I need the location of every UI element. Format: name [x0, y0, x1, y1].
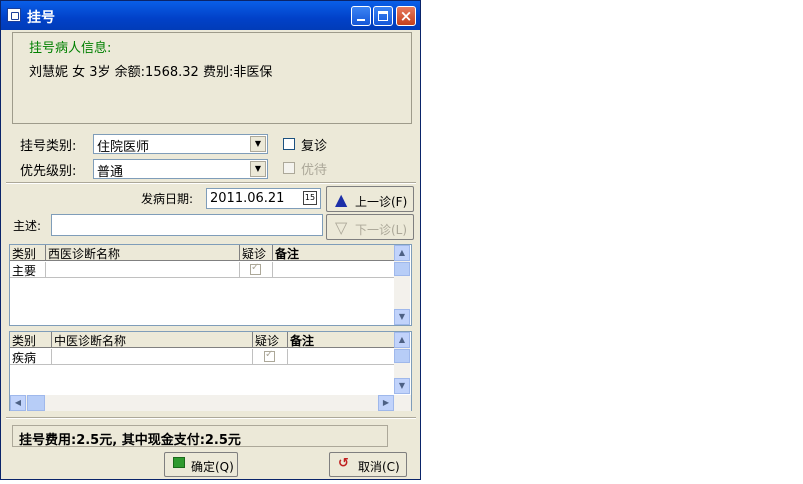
- divider: [6, 182, 416, 184]
- grid-header-category: 类别: [10, 245, 46, 261]
- western-diagnosis-grid[interactable]: 类别 西医诊断名称 疑诊 备注 主要 ▲ ▼: [9, 244, 412, 326]
- grid-header-suspected: 疑诊: [253, 332, 288, 348]
- patient-info-panel: 挂号病人信息: 刘慧妮 女 3岁 余额:1568.32 费别:非医保: [12, 32, 412, 124]
- chevron-down-icon[interactable]: ▼: [250, 136, 266, 152]
- reg-type-select[interactable]: 住院医师 ▼: [93, 134, 268, 155]
- maximize-icon: [378, 11, 388, 21]
- table-cell-name[interactable]: [52, 349, 253, 365]
- reg-type-label: 挂号类别:: [20, 139, 77, 154]
- scroll-down-icon[interactable]: ▼: [394, 309, 410, 325]
- grid-header-suspected: 疑诊: [240, 245, 273, 261]
- vertical-scrollbar[interactable]: ▲ ▼: [394, 332, 410, 394]
- scroll-down-icon[interactable]: ▼: [394, 378, 410, 394]
- ok-button[interactable]: 确定(Q): [164, 452, 238, 477]
- chevron-down-icon[interactable]: ▼: [250, 161, 266, 177]
- calendar-icon[interactable]: 15: [303, 191, 317, 205]
- priority-checkbox[interactable]: [283, 162, 295, 174]
- priority-check-label: 优待: [301, 163, 328, 178]
- divider: [6, 417, 416, 419]
- horizontal-scrollbar[interactable]: ◀ ▶: [10, 395, 411, 411]
- fee-summary: 挂号费用:2.5元, 其中现金支付:2.5元: [19, 433, 241, 448]
- ok-label: 确定(Q): [191, 460, 234, 474]
- priority-select[interactable]: 普通 ▼: [93, 159, 268, 180]
- title-bar[interactable]: 挂号 ×: [1, 1, 420, 30]
- revisit-checkbox[interactable]: [283, 138, 295, 150]
- minimize-button[interactable]: [351, 6, 371, 26]
- complaint-label: 主述:: [13, 219, 42, 233]
- close-button[interactable]: ×: [396, 6, 416, 26]
- grid-header-note: 备注: [273, 245, 395, 261]
- priority-value: 普通: [97, 165, 124, 180]
- arrow-down-icon: ▽: [335, 218, 348, 237]
- priority-label: 优先级别:: [20, 164, 77, 179]
- table-cell-note[interactable]: [273, 262, 395, 278]
- grid-header-name: 西医诊断名称: [46, 245, 240, 261]
- fee-status-panel: 挂号费用:2.5元, 其中现金支付:2.5元: [12, 425, 388, 448]
- table-cell-suspected[interactable]: [240, 262, 273, 278]
- registration-dialog: 挂号 × 挂号病人信息: 刘慧妮 女 3岁 余额:1568.32 费别:非医保 …: [0, 0, 421, 480]
- minimize-icon: [357, 19, 365, 21]
- cancel-button[interactable]: ↺ 取消(C): [329, 452, 407, 477]
- undo-icon: ↺: [338, 456, 349, 471]
- scroll-left-icon[interactable]: ◀: [10, 395, 26, 411]
- table-cell-category[interactable]: 主要: [10, 262, 46, 278]
- cancel-label: 取消(C): [358, 460, 400, 474]
- maximize-button[interactable]: [373, 6, 393, 26]
- table-cell-note[interactable]: [288, 349, 395, 365]
- next-visit-button[interactable]: ▽ 下一诊(L): [326, 214, 414, 240]
- scroll-up-icon[interactable]: ▲: [394, 332, 410, 348]
- grid-header-name: 中医诊断名称: [52, 332, 253, 348]
- scroll-right-icon[interactable]: ▶: [378, 395, 394, 411]
- next-visit-label: 下一诊(L): [355, 223, 408, 237]
- reg-type-value: 住院医师: [97, 140, 150, 155]
- patient-info-header: 挂号病人信息:: [29, 41, 112, 56]
- scroll-up-icon[interactable]: ▲: [394, 245, 410, 261]
- chinese-diagnosis-grid[interactable]: 类别 中医诊断名称 疑诊 备注 疾病 ▲ ▼ ◀ ▶: [9, 331, 412, 411]
- scroll-thumb[interactable]: [394, 262, 410, 276]
- scroll-thumb[interactable]: [394, 349, 410, 363]
- prev-visit-label: 上一诊(F): [355, 195, 408, 209]
- grid-header-note: 备注: [288, 332, 395, 348]
- grid-header-category: 类别: [10, 332, 52, 348]
- prev-visit-button[interactable]: ▲ 上一诊(F): [326, 186, 414, 212]
- complaint-input[interactable]: [51, 214, 323, 236]
- table-cell-suspected[interactable]: [253, 349, 288, 365]
- vertical-scrollbar[interactable]: ▲ ▼: [394, 245, 410, 325]
- suspected-checkbox[interactable]: [264, 349, 275, 362]
- arrow-up-icon: ▲: [335, 190, 348, 209]
- window-title: 挂号: [27, 10, 55, 26]
- table-cell-category[interactable]: 疾病: [10, 349, 52, 365]
- suspected-checkbox[interactable]: [250, 262, 261, 275]
- close-icon: ×: [399, 7, 413, 25]
- onset-date-label: 发病日期:: [141, 192, 194, 206]
- check-icon: [173, 457, 185, 468]
- app-icon: [7, 8, 21, 22]
- patient-details: 刘慧妮 女 3岁 余额:1568.32 费别:非医保: [29, 65, 273, 80]
- revisit-label: 复诊: [301, 139, 328, 154]
- table-cell-name[interactable]: [46, 262, 240, 278]
- onset-date-field[interactable]: 2011.06.21 15: [206, 188, 321, 209]
- scroll-thumb[interactable]: [27, 395, 45, 411]
- onset-date-value: 2011.06.21: [210, 191, 285, 206]
